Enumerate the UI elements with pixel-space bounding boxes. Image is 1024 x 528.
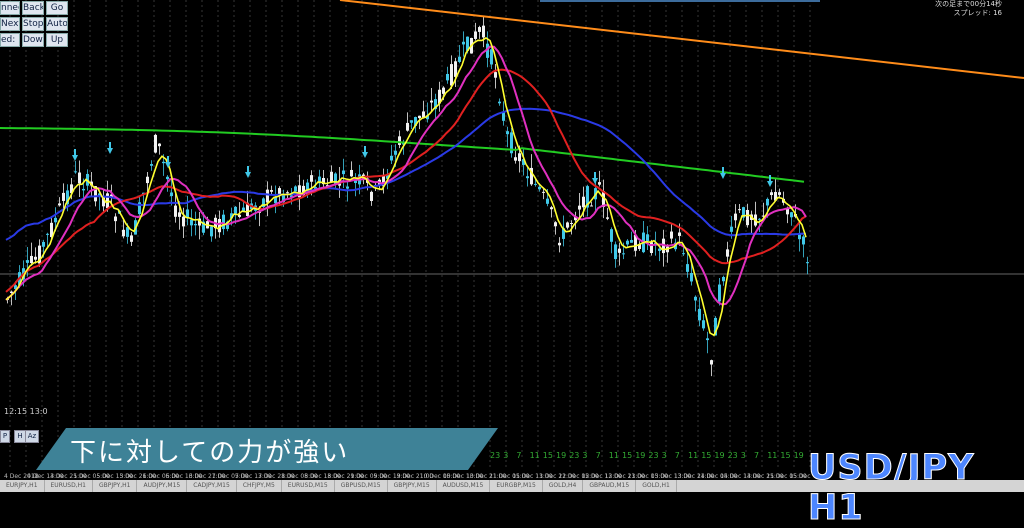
hour-mark: 19 <box>714 451 724 460</box>
hour-mark: 15 <box>622 451 632 460</box>
hour-mark: 3 <box>503 451 508 460</box>
chart-tab[interactable]: EURUSD,M15 <box>282 480 335 492</box>
chart-tab[interactable]: EURJPY,H1 <box>0 480 45 492</box>
chart-tab[interactable]: CHFJPY,M5 <box>237 480 282 492</box>
chart-tab[interactable]: GBPJPY,M15 <box>388 480 437 492</box>
toolbar-button[interactable]: Up <box>46 33 68 47</box>
hour-mark: 11 <box>767 451 777 460</box>
toolbar-button[interactable]: Stop <box>22 17 44 31</box>
chart-tab[interactable]: GBPUSD,M15 <box>335 480 388 492</box>
ma-red-line <box>5 68 807 293</box>
toolbar-button[interactable]: Next <box>0 17 20 31</box>
price-chart[interactable]: 4 Dec 20184 Dec 13:004 Dec 21:005 Dec 05… <box>0 0 1024 492</box>
caption-banner: 下に対しての力が強い <box>36 428 498 470</box>
chart-tab[interactable]: EURGBP,M15 <box>490 480 543 492</box>
hour-mark: 7 <box>754 451 759 460</box>
hour-mark: 23 <box>569 451 579 460</box>
toolbar: nnectBackGo NextStopAuto ed: 1DownUp <box>0 1 68 47</box>
ma-yellow-line <box>5 37 807 337</box>
hour-mark: 19 <box>556 451 566 460</box>
hour-mark: 11 <box>688 451 698 460</box>
hour-mark: 23 <box>648 451 658 460</box>
toolbar-button[interactable]: ed: 1 <box>0 33 20 47</box>
az-button[interactable]: Az <box>25 430 39 443</box>
hour-mark: 3 <box>662 451 667 460</box>
hour-mark: 23 <box>728 451 738 460</box>
chart-tab[interactable]: GBPAUD,M15 <box>583 480 637 492</box>
hour-mark: 23 <box>490 451 500 460</box>
chart-tab[interactable]: AUDJPY,M15 <box>137 480 188 492</box>
time-to-next-bar: 次の足まで00分14秒 <box>935 0 1002 8</box>
hour-mark: 19 <box>635 451 645 460</box>
hour-mark: 15 <box>701 451 711 460</box>
hour-mark: 11 <box>530 451 540 460</box>
toolbar-button[interactable]: nnect <box>0 1 20 15</box>
chart-tab[interactable]: EURUSD,H1 <box>45 480 93 492</box>
hour-mark: 7 <box>516 451 521 460</box>
chart-tab[interactable]: GBPJPY,H1 <box>93 480 138 492</box>
toolbar-button[interactable]: Auto <box>46 17 68 31</box>
hour-mark: 11 <box>609 451 619 460</box>
chart-tab[interactable]: GOLD,H1 <box>636 480 677 492</box>
ma-green-line <box>0 127 805 183</box>
candlesticks <box>6 15 809 377</box>
price-box-top <box>540 0 820 2</box>
chart-tab[interactable]: AUDUSD,M15 <box>437 480 491 492</box>
hour-mark: 7 <box>596 451 601 460</box>
chart-tab[interactable]: GOLD,H4 <box>543 480 584 492</box>
hour-mark: 3 <box>582 451 587 460</box>
spread-readout: スプレッド: 16 <box>953 9 1003 17</box>
hour-mark: 3 <box>741 451 746 460</box>
hour-mark: 19 <box>794 451 804 460</box>
hour-mark: 7 <box>675 451 680 460</box>
hour-mark: 15 <box>543 451 553 460</box>
toolbar-button[interactable]: Down <box>22 33 44 47</box>
toolbar-button[interactable]: Back <box>22 1 44 15</box>
caption-text: 下に対しての力が強い <box>70 438 350 468</box>
time-readout: 12:15 13:0 <box>4 407 48 416</box>
chart-tabs: EURJPY,H1 EURUSD,H1 GBPJPY,H1 AUDJPY,M15 CAD… <box>0 480 1024 492</box>
info-panel: 次の足まで00分14秒 スプレッド: 16 <box>935 0 1002 18</box>
hour-mark: 15 <box>780 451 790 460</box>
chart-tab[interactable]: CADJPY,M15 <box>187 480 237 492</box>
p-button[interactable]: P <box>0 430 10 443</box>
toolbar-button[interactable]: Go <box>46 1 68 15</box>
